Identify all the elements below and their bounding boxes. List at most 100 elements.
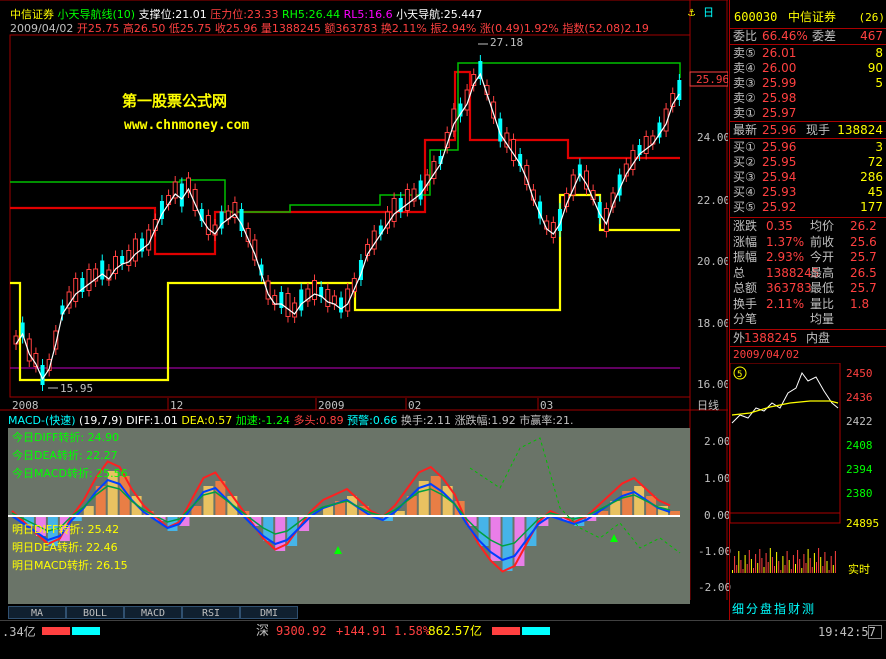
main-chart-area[interactable]: 中信证券 小天导航线(10) 支撑位:21.01 压力位:23.33 RH5:2…: [0, 0, 732, 620]
macd-tick: 1.00: [704, 472, 731, 485]
book-price: 26.00: [762, 61, 797, 75]
mini-tick: 2408: [846, 439, 873, 452]
anchor-icon[interactable]: ⚓: [688, 5, 696, 19]
macd-longs: 多头:0.89: [293, 414, 344, 427]
outer-row: 外 1388245 内盘: [730, 331, 886, 346]
book-volume: 8: [875, 46, 883, 60]
today-diff: 今日DIFF转折: 24.90: [12, 431, 120, 444]
sell-level-row[interactable]: 卖⑤ 26.01 8: [730, 46, 886, 61]
date-tick: 02: [408, 399, 421, 412]
last-row: 最新 25.96 现手 138824: [730, 123, 886, 138]
tomorrow-macd: 明日MACD转折: 26.15: [12, 559, 128, 572]
book-price: 25.92: [762, 200, 797, 214]
macd-tick: 2.00: [704, 435, 731, 448]
macd-tick: -1.00: [698, 545, 732, 558]
stat-row: 总额 363783 最低 25.7: [733, 281, 877, 295]
status-change: +144.91: [336, 624, 387, 638]
mini-chart[interactable]: 5 2450 2436 2422 2408 2394 2380 24895 实时: [730, 363, 886, 578]
quote-panel: 600030 中信证券 (26) 委比 66.46% 委差 467 最新 25.…: [729, 0, 886, 620]
day-mode-icon[interactable]: 日: [703, 6, 714, 19]
breadth-bar: [492, 627, 550, 635]
mini-chart-mode-icon[interactable]: 5: [737, 370, 742, 380]
outer-value: 1388245: [744, 331, 798, 345]
hand-label: 现手: [806, 123, 831, 137]
last-label: 最新: [733, 123, 758, 137]
book-label: 卖①: [733, 106, 756, 120]
status-amount: 862.57亿: [428, 624, 482, 638]
book-price: 25.96: [762, 140, 797, 154]
tomorrow-dea: 明日DEA转折: 22.46: [12, 541, 118, 554]
price-tick: 20.00: [697, 255, 728, 268]
sell-level-row[interactable]: 卖① 25.97: [730, 106, 886, 121]
macd-tick: 0.00: [704, 509, 731, 522]
last-value: 25.96: [762, 123, 797, 137]
watermark-title: 第一股票公式网: [122, 92, 228, 110]
macd-tick: -2.00: [698, 581, 732, 594]
diff-value: 467: [860, 29, 883, 43]
book-price: 25.94: [762, 170, 797, 184]
quote-stock-name: 中信证券: [788, 10, 837, 24]
status-pct: 1.58%: [394, 624, 431, 638]
mini-tick: 2380: [846, 487, 873, 500]
book-volume: 45: [867, 185, 883, 199]
macd-title[interactable]: MACD-(快速): [8, 414, 76, 427]
mini-tick: 2436: [846, 391, 873, 404]
buy-level-row[interactable]: 买① 25.96 3: [730, 140, 886, 155]
candlestick-series: [13, 55, 682, 391]
sell-level-row[interactable]: 卖② 25.98: [730, 91, 886, 106]
mini-tick: 2394: [846, 463, 873, 476]
mini-volume-bars: [732, 548, 836, 573]
date-tick: 12: [170, 399, 183, 412]
tab-macd[interactable]: MACD: [124, 606, 182, 619]
ratio-label: 委比: [733, 29, 758, 43]
tab-rsi[interactable]: RSI: [182, 606, 240, 619]
book-volume: 177: [860, 200, 883, 214]
status-market: 深: [256, 624, 270, 639]
today-macd: 今日MACD转折: 25.56: [12, 467, 128, 480]
tab-dmi[interactable]: DMI: [240, 606, 298, 619]
low-mark: 15.95: [60, 382, 93, 395]
book-label: 卖④: [733, 61, 756, 75]
tab-boll[interactable]: BOLL: [66, 606, 124, 619]
buy-level-row[interactable]: 买⑤ 25.92 177: [730, 200, 886, 215]
quote-badge: (26): [858, 11, 886, 24]
nav-curve: [15, 72, 680, 381]
book-volume: 90: [867, 61, 883, 75]
resize-grip-icon[interactable]: [868, 625, 882, 639]
book-volume: 72: [867, 155, 883, 169]
macd-params: (19,7,9): [79, 414, 123, 427]
ratio-value: 66.46%: [762, 29, 808, 43]
macd-axis: 2.00 1.00 0.00 -1.00 -2.00: [690, 428, 732, 604]
axis-mode[interactable]: 日线: [697, 398, 719, 412]
stock-code: 600030: [734, 10, 778, 24]
book-label: 买②: [733, 155, 756, 169]
book-label: 买①: [733, 140, 756, 154]
quote-bottom-tabs[interactable]: 细分盘指财测: [732, 603, 816, 616]
tab-ma[interactable]: MA: [8, 606, 66, 619]
macd-header: MACD-(快速) (19,7,9) DIFF:1.01 DEA:0.57 加速…: [8, 414, 573, 427]
macd-diff: DIFF:1.01: [126, 414, 178, 427]
date-tick: 2009: [318, 399, 345, 412]
price-tick: 16.00: [697, 378, 728, 391]
book-price: 26.01: [762, 46, 797, 60]
buy-level-row[interactable]: 买③ 25.94 286: [730, 170, 886, 185]
sell-level-row[interactable]: 卖③ 25.99 5: [730, 76, 886, 91]
diff-label: 委差: [812, 29, 837, 43]
price-tick: 22.00: [697, 194, 728, 207]
quote-title-row: 600030 中信证券 (26): [730, 10, 886, 25]
book-price: 25.97: [762, 106, 797, 120]
inner-label: 内盘: [806, 331, 831, 345]
status-bar: .34亿 深 9300.92 +144.91 1.58% 862.57亿 19:…: [0, 620, 886, 659]
realtime-label[interactable]: 实时: [848, 562, 870, 576]
stat-row: 分笔 均量: [733, 312, 835, 326]
mini-tick: 2422: [846, 415, 873, 428]
macd-hand: 换手:2.11: [400, 414, 452, 427]
today-dea: 今日DEA转折: 22.27: [12, 449, 118, 462]
stat-row: 总 1388245 最高 26.5: [733, 265, 877, 280]
book-volume: 286: [860, 170, 883, 184]
buy-level-row[interactable]: 买② 25.95 72: [730, 155, 886, 170]
hand-value: 138824: [837, 123, 883, 137]
sell-level-row[interactable]: 卖④ 26.00 90: [730, 61, 886, 76]
buy-level-row[interactable]: 买④ 25.93 45: [730, 185, 886, 200]
macd-accel: 加速:-1.24: [235, 414, 290, 427]
